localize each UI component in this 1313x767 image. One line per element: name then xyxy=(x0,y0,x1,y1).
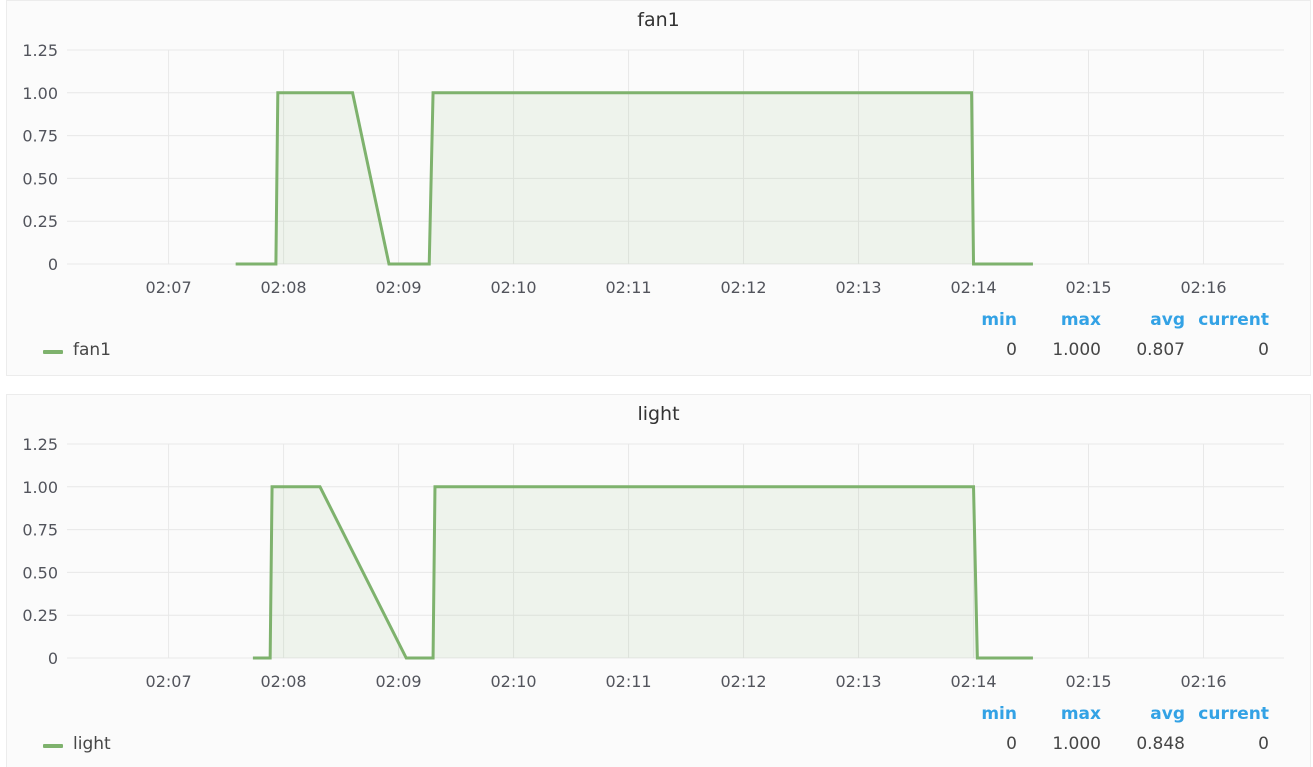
legend-value-current: 0 xyxy=(1258,734,1269,754)
x-tick-label: 02:09 xyxy=(376,278,422,297)
x-tick-label: 02:16 xyxy=(1180,278,1226,297)
legend-value-max: 1.000 xyxy=(1052,734,1101,754)
legend-value-current: 0 xyxy=(1258,340,1269,360)
series-area-fan1 xyxy=(235,92,1033,264)
x-tick-label: 02:09 xyxy=(376,672,422,691)
y-tick-label: 0.25 xyxy=(22,606,58,625)
x-tick-label: 02:14 xyxy=(950,672,996,691)
y-tick-label: 0.50 xyxy=(22,169,58,188)
legend-value-min: 0 xyxy=(1006,340,1017,360)
y-tick-label: 0 xyxy=(48,649,58,668)
legend-header-current[interactable]: current xyxy=(1198,310,1269,330)
legend-header-current[interactable]: current xyxy=(1198,704,1269,724)
y-tick-label: 0.50 xyxy=(22,563,58,582)
x-tick-label: 02:14 xyxy=(950,278,996,297)
x-tick-label: 02:10 xyxy=(490,672,536,691)
legend-series-name[interactable]: fan1 xyxy=(73,340,111,360)
y-tick-label: 0.75 xyxy=(22,127,58,146)
legend-header-max[interactable]: max xyxy=(1061,704,1101,724)
legend-color-swatch xyxy=(43,744,63,748)
x-tick-label: 02:10 xyxy=(490,278,536,297)
y-tick-label: 1.25 xyxy=(22,41,58,60)
x-tick-label: 02:13 xyxy=(835,278,881,297)
x-tick-label: 02:11 xyxy=(605,278,651,297)
legend-value-avg: 0.848 xyxy=(1136,734,1185,754)
x-tick-label: 02:12 xyxy=(720,278,766,297)
legend-header-min[interactable]: min xyxy=(981,310,1017,330)
x-tick-label: 02:15 xyxy=(1065,672,1111,691)
x-tick-label: 02:13 xyxy=(835,672,881,691)
x-tick-label: 02:15 xyxy=(1065,278,1111,297)
panel-fan1: fan1 0 0.25 0.50 0.75 1.00 1.25 02:07 02:08 02:0… xyxy=(6,0,1311,376)
chart-fan1: 0 0.25 0.50 0.75 1.00 1.25 02:07 02:08 02:09 02:1… xyxy=(22,41,1284,297)
legend-header-avg[interactable]: avg xyxy=(1150,704,1185,724)
y-tick-label: 1.00 xyxy=(22,84,58,103)
y-tick-label: 0.75 xyxy=(22,521,58,540)
y-tick-label: 0 xyxy=(48,255,58,274)
x-tick-label: 02:16 xyxy=(1180,672,1226,691)
legend-value-min: 0 xyxy=(1006,734,1017,754)
x-tick-label: 02:07 xyxy=(146,278,192,297)
panel-light: light 0 0.25 0.50 0.75 1.00 1.25 02:07 02:08 02:… xyxy=(6,394,1311,767)
y-tick-label: 1.25 xyxy=(22,435,58,454)
legend-header-avg[interactable]: avg xyxy=(1150,310,1185,330)
legend-value-max: 1.000 xyxy=(1052,340,1101,360)
x-tick-label: 02:07 xyxy=(146,672,192,691)
x-tick-label: 02:12 xyxy=(720,672,766,691)
x-tick-label: 02:08 xyxy=(261,278,307,297)
y-tick-label: 1.00 xyxy=(22,478,58,497)
legend-header-min[interactable]: min xyxy=(981,704,1017,724)
x-tick-label: 02:11 xyxy=(605,672,651,691)
legend-series-name[interactable]: light xyxy=(73,734,111,754)
x-tick-label: 02:08 xyxy=(261,672,307,691)
legend-header-max[interactable]: max xyxy=(1061,310,1101,330)
y-tick-label: 0.25 xyxy=(22,212,58,231)
chart-light: 0 0.25 0.50 0.75 1.00 1.25 02:07 02:08 02:09 02:1… xyxy=(22,435,1284,691)
legend-color-swatch xyxy=(43,350,63,354)
legend-value-avg: 0.807 xyxy=(1136,340,1185,360)
